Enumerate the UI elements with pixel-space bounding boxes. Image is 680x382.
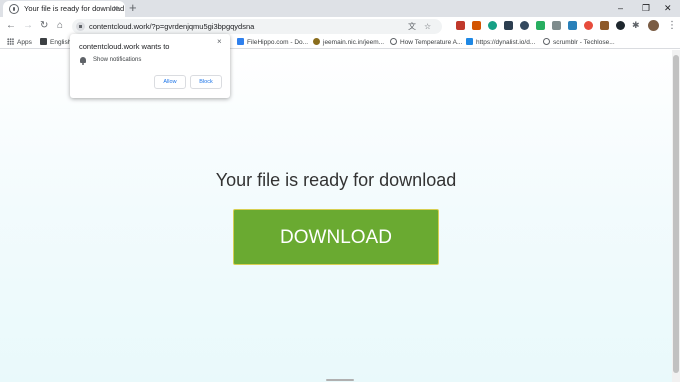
dynalist-icon	[466, 38, 473, 45]
tab-active[interactable]: Your file is ready for download ×	[3, 1, 125, 17]
bookmark-dynalist[interactable]: https://dynalist.io/d...	[466, 37, 535, 48]
extension-icon[interactable]	[536, 21, 545, 30]
extension-icon[interactable]	[456, 21, 465, 30]
bookmark-scrumblr[interactable]: scrumblr - Techlose...	[543, 37, 615, 48]
prompt-title: contentcloud.work wants to	[79, 42, 170, 51]
bookmark-temperature[interactable]: How Temperature A...	[390, 37, 462, 48]
chrome-menu-icon[interactable]: ⋮	[667, 19, 677, 33]
bookmark-jeemain[interactable]: jeemain.nic.in/jeem...	[313, 37, 384, 48]
profile-avatar[interactable]	[648, 20, 659, 31]
filehippo-icon	[237, 38, 244, 45]
extension-icon[interactable]	[472, 21, 481, 30]
translate-icon[interactable]: 文	[408, 22, 416, 31]
bookmark-star-icon[interactable]: ☆	[424, 22, 431, 31]
extension-icon[interactable]	[504, 21, 513, 30]
tab-strip: Your file is ready for download × + – ❐ …	[0, 0, 680, 17]
extension-icon[interactable]	[488, 21, 497, 30]
page-headline: Your file is ready for download	[215, 170, 457, 190]
vertical-scrollbar[interactable]	[672, 50, 680, 382]
url-text[interactable]: contentcloud.work/?p=gvrdenjqmu5gi3bpgqy…	[89, 22, 254, 31]
bookmark-english[interactable]: English	[40, 37, 71, 48]
tab-close-icon[interactable]: ×	[113, 3, 118, 13]
permission-label: Show notifications	[93, 57, 142, 63]
notification-permission-prompt: contentcloud.work wants to × Show notifi…	[70, 34, 230, 98]
extension-icon[interactable]	[584, 21, 593, 30]
back-button[interactable]: ←	[6, 19, 16, 33]
extension-icon[interactable]	[568, 21, 577, 30]
jeemain-icon	[313, 38, 320, 45]
globe-icon	[390, 38, 397, 45]
info-icon	[9, 4, 19, 14]
extension-icon[interactable]	[600, 21, 609, 30]
site-info-icon[interactable]	[76, 22, 85, 31]
globe-icon	[543, 38, 550, 45]
minimize-button[interactable]: –	[618, 1, 623, 15]
bookmark-filehippo[interactable]: FileHippo.com - Do...	[237, 37, 308, 48]
new-tab-button[interactable]: +	[129, 0, 137, 16]
close-window-button[interactable]: ✕	[664, 1, 672, 15]
allow-button[interactable]: Allow	[154, 75, 186, 89]
bookmark-icon	[40, 38, 47, 45]
tab-title: Your file is ready for download	[24, 4, 125, 13]
address-bar[interactable]: contentcloud.work/?p=gvrdenjqmu5gi3bpgqy…	[72, 19, 442, 34]
extension-icon[interactable]	[520, 21, 529, 30]
reload-button[interactable]: ↻	[40, 19, 48, 33]
scrollbar-thumb[interactable]	[673, 55, 679, 373]
extension-icon[interactable]	[552, 21, 561, 30]
forward-button[interactable]: →	[23, 19, 33, 33]
apps-grid-icon	[7, 38, 14, 45]
prompt-close-icon[interactable]: ×	[217, 37, 222, 46]
block-button[interactable]: Block	[190, 75, 222, 89]
horizontal-scroll-indicator	[326, 379, 354, 381]
page-content: Your file is ready for download DOWNLOAD	[0, 50, 672, 382]
extensions-puzzle-icon[interactable]: ✱	[632, 21, 640, 30]
download-button[interactable]: DOWNLOAD	[233, 209, 439, 265]
restore-button[interactable]: ❐	[642, 1, 650, 15]
bell-icon	[80, 57, 86, 65]
bookmark-apps[interactable]: Apps	[7, 37, 32, 48]
home-button[interactable]: ⌂	[57, 19, 63, 33]
extension-icon[interactable]	[616, 21, 625, 30]
